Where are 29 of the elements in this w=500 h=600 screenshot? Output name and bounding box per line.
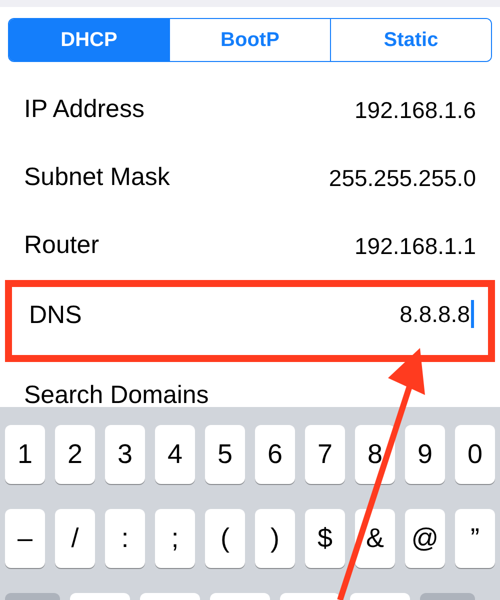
field-label: Subnet Mask xyxy=(24,162,170,194)
keyboard-key[interactable]: ) xyxy=(255,509,295,568)
keyboard-key[interactable]: 7 xyxy=(305,425,345,484)
keyboard-key[interactable]: : xyxy=(105,509,145,568)
field-label: IP Address xyxy=(24,94,144,126)
field-label: DNS xyxy=(29,300,82,331)
keyboard-key[interactable]: 6 xyxy=(255,425,295,484)
keyboard-key[interactable]: 0 xyxy=(455,425,495,484)
keyboard-key[interactable]: / xyxy=(55,509,95,568)
keyboard-key[interactable]: ( xyxy=(205,509,245,568)
keyboard-key[interactable]: $ xyxy=(305,509,345,568)
segment-tab[interactable]: DHCP xyxy=(9,19,169,61)
field-label: Search Domains xyxy=(24,380,209,412)
keyboard-key[interactable]: 9 xyxy=(405,425,445,484)
field-value[interactable]: 8.8.8.8 xyxy=(400,297,470,332)
keyboard-key[interactable]: 2 xyxy=(55,425,95,484)
field-label: Router xyxy=(24,230,100,262)
segment-tab[interactable]: Static xyxy=(330,19,491,61)
field-value: 192.168.1.6 xyxy=(354,96,476,125)
keyboard-key[interactable]: 4 xyxy=(155,425,195,484)
field-value: 255.255.255.0 xyxy=(328,164,476,193)
keyboard-key[interactable]: 3 xyxy=(105,425,145,484)
field-value: 192.168.1.1 xyxy=(354,232,476,261)
keyboard-key[interactable]: ” xyxy=(455,509,495,568)
keyboard-key[interactable]: 5 xyxy=(205,425,245,484)
keyboard-key[interactable]: 1 xyxy=(5,425,45,484)
keyboard-key[interactable]: ; xyxy=(155,509,195,568)
keyboard-key[interactable]: – xyxy=(5,509,45,568)
keyboard-key[interactable]: @ xyxy=(405,509,445,568)
